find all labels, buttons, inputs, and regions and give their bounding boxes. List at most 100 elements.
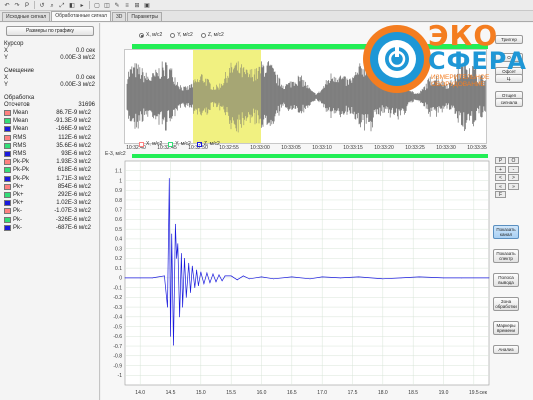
samples-label: Отсчетов bbox=[4, 102, 30, 108]
right-action-button[interactable]: Показать спектр bbox=[493, 249, 519, 263]
right-action-button[interactable]: Анализ bbox=[493, 345, 519, 354]
y-tick-label: -0.6 bbox=[113, 334, 122, 340]
x-tick-label: 19.5 bbox=[469, 390, 479, 396]
param-value: 854E-6 м/с2 bbox=[57, 183, 91, 190]
toolbar-button-icon[interactable]: ⤢ bbox=[58, 1, 66, 9]
detail-chart[interactable]: 1.1 1 0.9 0.8 0.7 0.6 0.5 0.4 0.3 0.2 0.1 0 -0.1 -0.2… bbox=[101, 157, 491, 400]
nav-button[interactable]: » bbox=[508, 182, 519, 190]
toolbar-button-icon[interactable]: ≡ bbox=[123, 1, 131, 9]
toolbar-button-icon[interactable]: ▸ bbox=[78, 1, 86, 9]
offset-y-label: Y bbox=[4, 82, 9, 88]
channel-color-swatch bbox=[4, 110, 11, 117]
series-point bbox=[188, 262, 190, 264]
tab-3[interactable]: Параметры bbox=[127, 12, 163, 21]
toolbar: ↶ ↷ P ↺ ⌕ ⤢ ◧ ▸ ▢ ◫ ✎ ≡ ⊞ ▣ bbox=[0, 0, 533, 11]
toolbar-button-icon[interactable]: ↺ bbox=[38, 1, 46, 9]
toolbar-button-icon[interactable]: ⌕ bbox=[48, 1, 56, 9]
series-point bbox=[185, 296, 187, 298]
y-tick-label: 0.9 bbox=[115, 188, 122, 194]
radio-icon bbox=[200, 32, 206, 38]
checkbox-label: Z, м/с2 bbox=[203, 141, 220, 147]
detail-channel-checkbox[interactable]: X, м/с2 bbox=[139, 141, 162, 147]
param-row: Mean -166E-9 м/с2 bbox=[4, 125, 95, 133]
processing-title: Обработка bbox=[4, 95, 35, 101]
detail-channel-legend: X, м/с2 Y, м/с2 ✓ Z, м/с2 bbox=[139, 141, 220, 147]
channel-color-swatch bbox=[4, 126, 11, 133]
tab-0[interactable]: Исходные сигнал bbox=[2, 12, 51, 21]
param-value: 1.02E-3 м/с2 bbox=[56, 200, 91, 207]
series-point bbox=[182, 306, 184, 308]
series-point bbox=[198, 285, 199, 287]
left-panel: Размеры по графику Курсор X 0.0 сек Y 0.… bbox=[0, 23, 100, 400]
param-label: Pk- bbox=[13, 224, 22, 231]
nav-button[interactable]: F bbox=[495, 191, 506, 198]
cursor-y-value: 0.00E-3 м/с2 bbox=[60, 55, 95, 61]
channel-color-swatch bbox=[4, 167, 11, 174]
overview-tick-label: 10:33:15 bbox=[343, 145, 363, 151]
overview-channel-radio[interactable]: Z, м/с2 bbox=[200, 32, 224, 38]
series-point bbox=[358, 276, 359, 278]
nav-button[interactable]: > bbox=[508, 174, 519, 181]
right-action-button[interactable]: Маркеры времени bbox=[493, 321, 519, 335]
series-point bbox=[184, 257, 185, 259]
param-row: Pk-Pk 618E-6 м/с2 bbox=[4, 166, 95, 174]
param-row: Pk-Pk 1.71E-3 м/с2 bbox=[4, 175, 95, 183]
toolbar-button-icon[interactable]: ◫ bbox=[103, 1, 111, 9]
right-action-button[interactable]: Зона обработки bbox=[493, 297, 519, 311]
param-value: -91.3E-9 м/с2 bbox=[54, 118, 91, 125]
toolbar-button-icon[interactable]: ↶ bbox=[3, 1, 11, 9]
tab-1[interactable]: Обработанные сигнал bbox=[51, 11, 111, 21]
y-tick-label: -0.9 bbox=[113, 363, 122, 369]
series-point bbox=[248, 278, 250, 280]
cursor-x-value: 0.0 сек bbox=[76, 48, 95, 54]
radio-icon bbox=[139, 32, 144, 38]
overview-channel-radio[interactable]: Y, м/с2 bbox=[170, 32, 193, 38]
param-label: Pk+ bbox=[13, 200, 24, 207]
series-point bbox=[196, 269, 197, 271]
param-value: 1.71E-3 м/с2 bbox=[56, 175, 91, 182]
param-row: Pk+ 1.02E-3 м/с2 bbox=[4, 199, 95, 207]
param-row: RMS 93E-6 м/с2 bbox=[4, 150, 95, 158]
toolbar-button-icon[interactable]: P bbox=[23, 1, 31, 9]
right-action-button[interactable]: Показать канал bbox=[493, 225, 519, 239]
series-point bbox=[218, 274, 220, 276]
nav-button[interactable]: - bbox=[508, 165, 519, 173]
x-tick-label: 16.5 bbox=[287, 390, 297, 396]
series-point bbox=[171, 233, 173, 235]
series-point bbox=[191, 265, 193, 267]
y-tick-label: -0.8 bbox=[113, 354, 122, 360]
channel-color-swatch bbox=[4, 208, 11, 215]
overview-channel-radio[interactable]: X, м/с2 bbox=[139, 32, 162, 38]
param-row: Pk- -326E-6 м/с2 bbox=[4, 215, 95, 223]
offset-title: Смещение bbox=[4, 68, 35, 74]
channel-color-swatch bbox=[4, 191, 11, 198]
detail-channel-checkbox[interactable]: ✓ Z, м/с2 bbox=[196, 141, 220, 147]
overview-tick-label: 10:33:10 bbox=[312, 145, 332, 151]
series-point bbox=[212, 273, 214, 275]
series-point bbox=[168, 178, 170, 179]
right-action-button[interactable]: Полоса вывода bbox=[493, 273, 519, 287]
toolbar-button-icon[interactable]: ↷ bbox=[13, 1, 21, 9]
toolbar-button-icon[interactable]: ▣ bbox=[143, 1, 151, 9]
graph-settings-button[interactable]: Размеры по графику bbox=[6, 26, 94, 36]
toolbar-button-icon[interactable]: ▢ bbox=[93, 1, 101, 9]
x-tick-label: 19.0 bbox=[439, 390, 449, 396]
nav-button[interactable]: + bbox=[495, 165, 506, 173]
offset-x-label: X bbox=[4, 75, 9, 81]
series-point bbox=[488, 277, 490, 279]
series-point bbox=[242, 275, 244, 277]
toolbar-button-icon[interactable]: ✎ bbox=[113, 1, 121, 9]
param-value: -1.07E-3 м/с2 bbox=[54, 208, 91, 215]
x-tick-label: 14.0 bbox=[135, 390, 145, 396]
tab-2[interactable]: 3D bbox=[111, 12, 127, 21]
param-value: 112E-6 м/с2 bbox=[58, 134, 91, 141]
nav-button[interactable]: < bbox=[495, 174, 506, 181]
toolbar-button-icon[interactable]: ⊞ bbox=[133, 1, 141, 9]
nav-button[interactable]: P bbox=[495, 157, 506, 164]
cursor-y-label: Y bbox=[4, 55, 9, 61]
cursor-x-row: X 0.0 сек bbox=[4, 48, 95, 55]
nav-button[interactable]: « bbox=[495, 182, 506, 190]
toolbar-button-icon[interactable]: ◧ bbox=[68, 1, 76, 9]
nav-button[interactable]: О bbox=[508, 157, 519, 164]
detail-channel-checkbox[interactable]: Y, м/с2 bbox=[168, 141, 191, 147]
